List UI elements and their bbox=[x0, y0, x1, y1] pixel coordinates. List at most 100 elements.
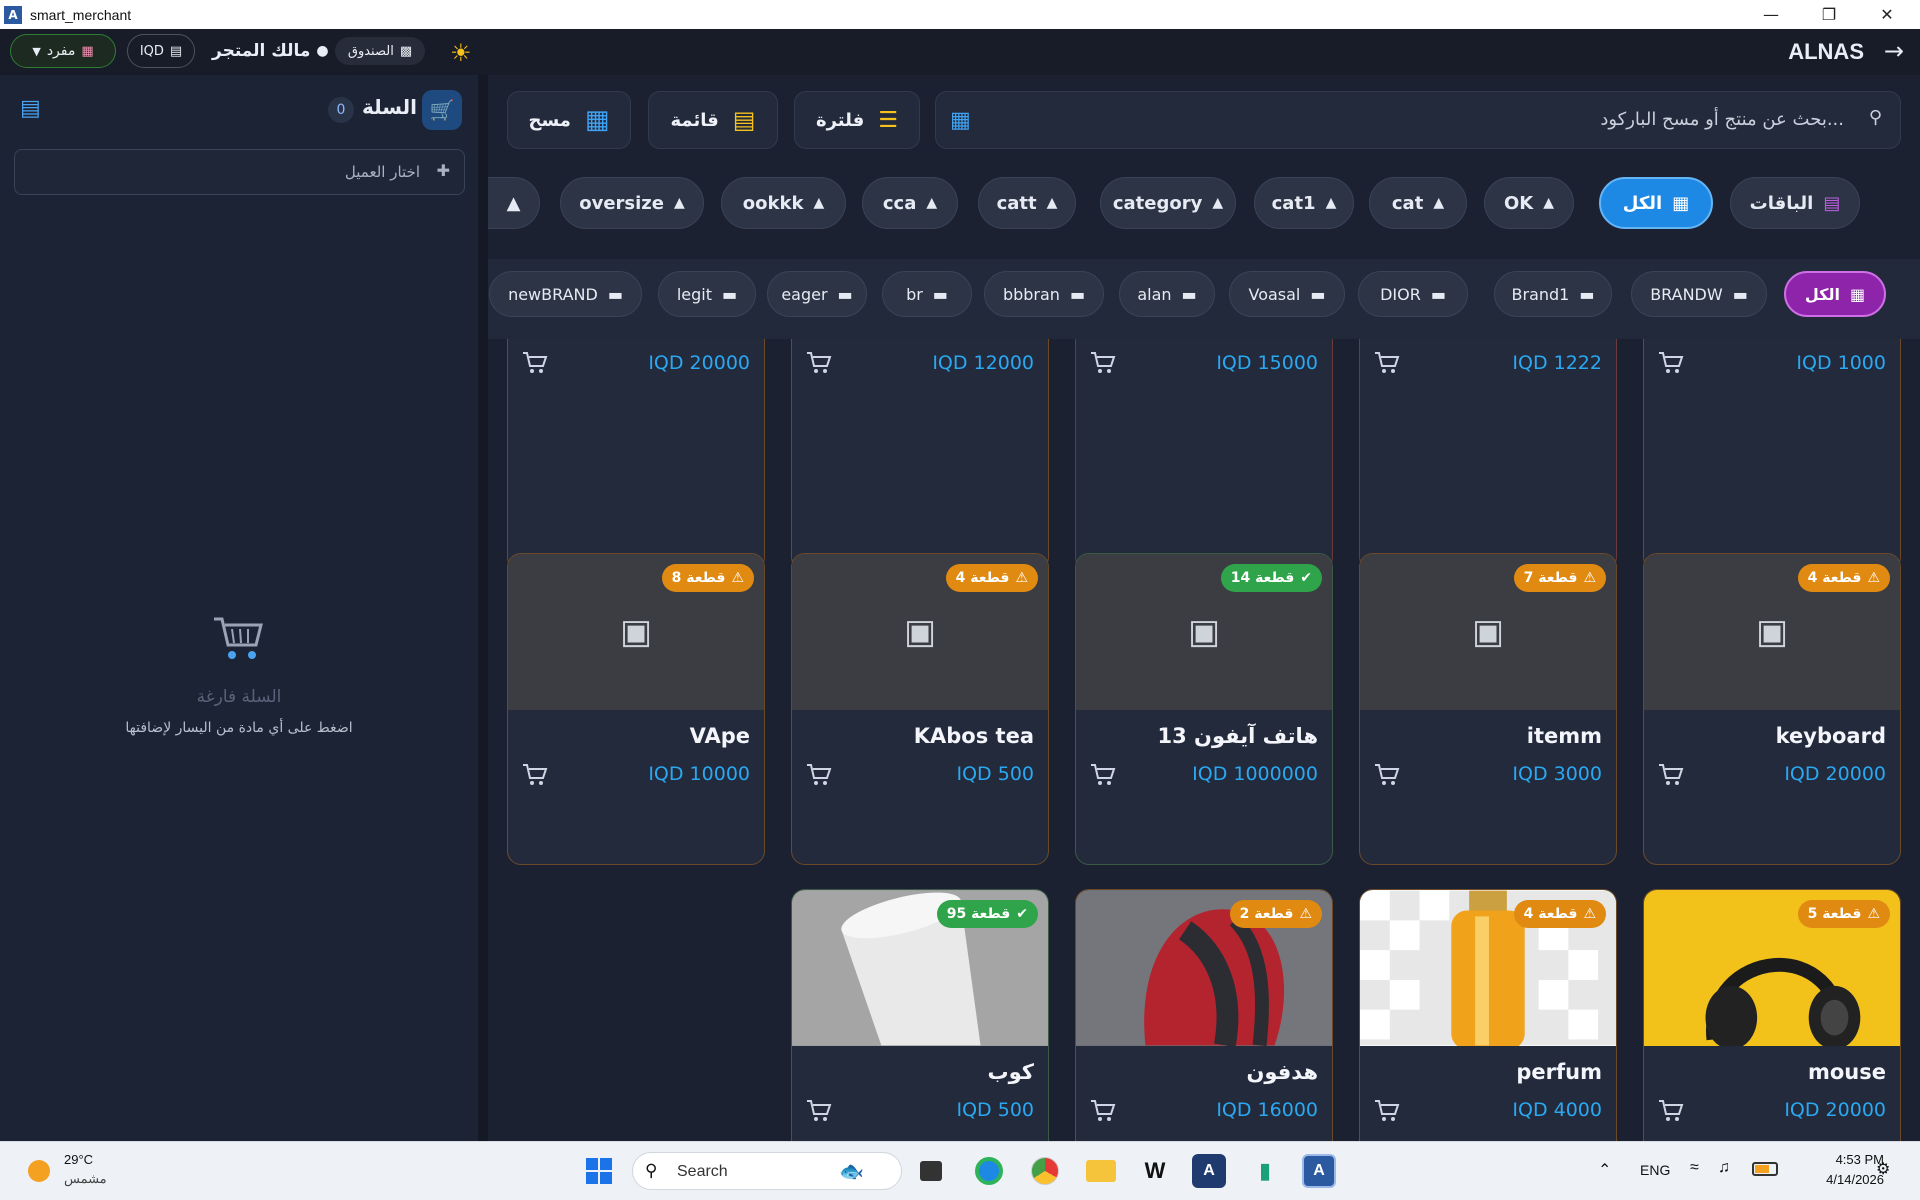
cart-panel: ▤ 0 السلة 🛒 اختار العميل ✚ السلة فارغة ا… bbox=[0, 75, 488, 1141]
category-chip[interactable]: cca ▲ bbox=[862, 177, 958, 229]
brand-chip[interactable]: bbbran ▬ bbox=[984, 271, 1104, 317]
search-bar[interactable]: ▦ بحث عن منتج أو مسح الباركود... ⚲ bbox=[935, 91, 1901, 149]
product-card[interactable]: ▣ 4 قطعة ⚠ keyboard IQD 20000 bbox=[1643, 553, 1901, 865]
brand-chip[interactable]: Voasal ▬ bbox=[1229, 271, 1345, 317]
clock-time[interactable]: 4:53 PM bbox=[1796, 1152, 1884, 1167]
chevron-up-icon[interactable]: ⌃ bbox=[1598, 1160, 1611, 1180]
add-to-cart-icon[interactable] bbox=[1088, 760, 1118, 790]
add-to-cart-icon[interactable] bbox=[1656, 1096, 1686, 1126]
add-to-cart-icon[interactable] bbox=[804, 1096, 834, 1126]
edge-browser-icon[interactable] bbox=[972, 1154, 1006, 1188]
category-chip[interactable]: cat ▲ bbox=[1369, 177, 1467, 229]
close-window-button[interactable]: ✕ bbox=[1858, 0, 1916, 29]
wifi-icon[interactable]: ≈ bbox=[1690, 1159, 1699, 1177]
brand-chip-all[interactable]: الكل ▦ bbox=[1784, 271, 1886, 317]
add-to-cart-icon[interactable] bbox=[1372, 760, 1402, 790]
volume-icon[interactable]: ♫ bbox=[1718, 1159, 1730, 1177]
receipt-icon[interactable]: ▤ bbox=[20, 96, 41, 121]
app-launcher-icon[interactable]: A bbox=[1192, 1154, 1226, 1188]
product-price: IQD 500 bbox=[956, 1099, 1035, 1121]
brand-chip[interactable]: alan ▬ bbox=[1119, 271, 1215, 317]
add-to-cart-icon[interactable] bbox=[1656, 760, 1686, 790]
brand-chip[interactable]: legit ▬ bbox=[658, 271, 756, 317]
window-titlebar: A smart_merchant — ❐ ✕ bbox=[0, 0, 1920, 29]
add-to-cart-icon[interactable] bbox=[520, 760, 550, 790]
add-to-cart-icon[interactable] bbox=[1656, 348, 1686, 378]
app-editor-icon[interactable]: ▮ bbox=[1248, 1154, 1282, 1188]
currency-badge[interactable]: IQD ▤ bbox=[127, 34, 195, 68]
stock-badge: 4 قطعة ⚠ bbox=[1513, 900, 1606, 928]
brand-chip[interactable]: BRANDW ▬ bbox=[1631, 271, 1767, 317]
product-card[interactable]: ▣ 8 قطعة ⚠ VApe IQD 10000 bbox=[507, 553, 765, 865]
add-to-cart-icon[interactable] bbox=[804, 348, 834, 378]
notification-bell-icon[interactable]: ⚙ bbox=[1876, 1159, 1890, 1179]
add-to-cart-icon[interactable] bbox=[520, 348, 550, 378]
task-view-icon[interactable] bbox=[914, 1154, 948, 1188]
product-card[interactable]: ▣ 7 قطعة ⚠ itemm IQD 3000 bbox=[1359, 553, 1617, 865]
barcode-icon[interactable]: ▦ bbox=[950, 108, 971, 133]
app-w-icon[interactable]: W bbox=[1138, 1154, 1172, 1188]
category-chip[interactable]: ookkk ▲ bbox=[721, 177, 846, 229]
restore-button[interactable]: ❐ bbox=[1800, 0, 1858, 29]
weather-sun-icon[interactable] bbox=[28, 1160, 50, 1182]
brand-chip[interactable]: br ▬ bbox=[882, 271, 972, 317]
product-card[interactable]: IQD 15000 bbox=[1075, 339, 1333, 571]
windows-start-icon[interactable] bbox=[582, 1154, 616, 1188]
weather-temperature[interactable]: 29°C bbox=[64, 1152, 93, 1167]
stock-badge: 14 قطعة ✔ bbox=[1220, 564, 1322, 592]
product-card[interactable]: 4 قطعة ⚠ perfum IQD 4000 bbox=[1359, 889, 1617, 1141]
add-to-cart-icon[interactable] bbox=[1372, 1096, 1402, 1126]
product-card[interactable]: ▣ 4 قطعة ⚠ KAbos tea IQD 500 bbox=[791, 553, 1049, 865]
language-indicator[interactable]: ENG bbox=[1640, 1162, 1670, 1178]
taskbar-search[interactable]: ⚲ Search 🐟 bbox=[632, 1152, 902, 1190]
brand-chip[interactable]: newBRAND ▬ bbox=[489, 271, 642, 317]
category-chip-overflow[interactable]: ▲ bbox=[488, 177, 540, 229]
product-card[interactable]: ▣ 14 قطعة ✔ هاتف آيفون 13 IQD 1000000 bbox=[1075, 553, 1333, 865]
mode-dropdown[interactable]: ▼ مفرد ▦ bbox=[10, 34, 116, 68]
product-card[interactable]: 95 قطعة ✔ كوب IQD 500 bbox=[791, 889, 1049, 1141]
category-label: cat1 bbox=[1271, 192, 1316, 214]
product-name: كوب bbox=[987, 1060, 1034, 1084]
clock-date[interactable]: 4/14/2026 bbox=[1796, 1172, 1884, 1187]
brand-chip[interactable]: Brand1 ▬ bbox=[1494, 271, 1612, 317]
qr-scan-icon: ▦ bbox=[584, 105, 610, 135]
file-explorer-icon[interactable] bbox=[1084, 1154, 1118, 1188]
category-chip-bundles[interactable]: الباقات ▤ bbox=[1730, 177, 1860, 229]
product-card[interactable]: IQD 20000 bbox=[507, 339, 765, 571]
filter-button[interactable]: فلترة ☰ bbox=[794, 91, 920, 149]
category-chip-all[interactable]: الكل ▦ bbox=[1599, 177, 1713, 229]
brand-chip[interactable]: DIOR ▬ bbox=[1358, 271, 1468, 317]
arrow-right-icon[interactable]: → bbox=[1884, 37, 1904, 65]
product-card[interactable]: IQD 12000 bbox=[791, 339, 1049, 571]
category-chip[interactable]: cat1 ▲ bbox=[1254, 177, 1354, 229]
list-view-button[interactable]: قائمة ▤ bbox=[648, 91, 778, 149]
tag-icon: ▬ bbox=[1181, 284, 1197, 304]
chrome-browser-icon[interactable] bbox=[1028, 1154, 1062, 1188]
product-card[interactable]: IQD 1000 bbox=[1643, 339, 1901, 571]
warning-icon: ⚠ bbox=[1015, 570, 1028, 586]
sun-icon[interactable]: ☀ bbox=[450, 39, 472, 67]
category-chip[interactable]: oversize ▲ bbox=[560, 177, 704, 229]
check-circle-icon: ✔ bbox=[1016, 906, 1028, 922]
products-area: مسح ▦ قائمة ▤ فلترة ☰ ▦ بحث عن منتج أو م… bbox=[488, 75, 1920, 1141]
cash-register-badge[interactable]: الصندوق ▩ bbox=[335, 37, 425, 65]
add-to-cart-icon[interactable] bbox=[1088, 348, 1118, 378]
customer-select[interactable]: اختار العميل ✚ bbox=[14, 149, 465, 195]
add-to-cart-icon[interactable] bbox=[1372, 348, 1402, 378]
category-chip[interactable]: category ▲ bbox=[1100, 177, 1236, 229]
product-card[interactable]: 5 قطعة ⚠ mouse IQD 20000 bbox=[1643, 889, 1901, 1141]
product-card[interactable]: 2 قطعة ⚠ هدفون IQD 16000 bbox=[1075, 889, 1333, 1141]
brand-chip[interactable]: eager ▬ bbox=[767, 271, 867, 317]
battery-icon[interactable] bbox=[1752, 1162, 1778, 1176]
product-name: perfum bbox=[1516, 1060, 1602, 1084]
scan-button[interactable]: مسح ▦ bbox=[507, 91, 631, 149]
add-to-cart-icon[interactable] bbox=[1088, 1096, 1118, 1126]
add-to-cart-icon[interactable] bbox=[804, 760, 834, 790]
stock-label: 8 قطعة bbox=[671, 570, 726, 586]
smart-merchant-taskbar-icon[interactable]: A bbox=[1302, 1154, 1336, 1188]
search-input[interactable]: بحث عن منتج أو مسح الباركود... bbox=[1600, 109, 1844, 130]
category-chip[interactable]: catt ▲ bbox=[978, 177, 1076, 229]
minimize-button[interactable]: — bbox=[1742, 0, 1800, 29]
product-card[interactable]: IQD 1222 bbox=[1359, 339, 1617, 571]
category-chip[interactable]: OK ▲ bbox=[1484, 177, 1574, 229]
